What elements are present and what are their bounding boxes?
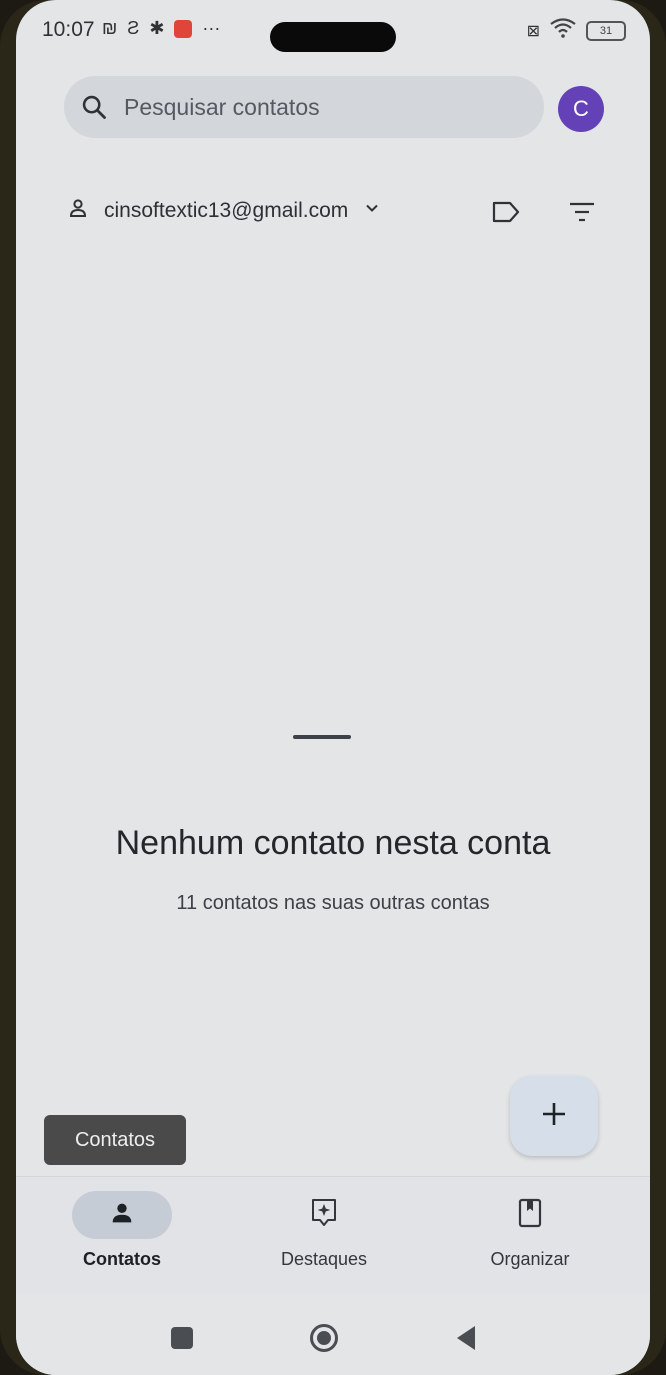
filter-icon bbox=[568, 201, 596, 228]
status-time: 10:07 bbox=[42, 18, 95, 41]
back-icon bbox=[457, 1326, 475, 1350]
status-icons-right: ⊠ 31 bbox=[527, 18, 626, 43]
back-button[interactable] bbox=[446, 1318, 486, 1358]
phone-frame: 10:07 ₪ Ƨ ✱ ··· ⊠ 31 C bbox=[0, 0, 666, 1375]
status-icons-left: ₪ Ƨ ✱ ··· bbox=[102, 18, 220, 39]
recents-button[interactable] bbox=[162, 1318, 202, 1358]
settings-icon: ✱ bbox=[149, 18, 165, 38]
tooltip: Contatos bbox=[44, 1115, 186, 1165]
empty-state-subtitle: 11 contatos nas suas outras contas bbox=[176, 892, 490, 914]
mail-icon bbox=[174, 19, 193, 38]
empty-state-divider bbox=[293, 735, 351, 739]
search-bar[interactable] bbox=[64, 76, 544, 138]
nav-pill bbox=[480, 1191, 580, 1239]
nav-item-organize[interactable]: Organizar bbox=[465, 1191, 595, 1270]
account-selector[interactable]: cinsoftextic13@gmail.com bbox=[66, 196, 382, 226]
nav-label: Organizar bbox=[490, 1249, 570, 1269]
s-icon: Ƨ bbox=[127, 18, 140, 38]
home-button[interactable] bbox=[304, 1318, 344, 1358]
screen: 10:07 ₪ Ƨ ✱ ··· ⊠ 31 C bbox=[16, 0, 650, 1375]
camera-notch bbox=[270, 22, 396, 52]
wifi-icon bbox=[550, 18, 576, 43]
more-icon: ··· bbox=[202, 18, 221, 38]
home-icon bbox=[310, 1324, 338, 1352]
plus-icon bbox=[540, 1100, 568, 1133]
filter-button[interactable] bbox=[562, 196, 602, 232]
account-email: cinsoftextic13@gmail.com bbox=[104, 199, 349, 222]
nav-pill bbox=[274, 1191, 374, 1239]
nav-label: Destaques bbox=[280, 1249, 368, 1269]
system-navigation bbox=[16, 1300, 650, 1375]
person-outline-icon bbox=[66, 196, 90, 226]
status-bar: 10:07 ₪ Ƨ ✱ ··· ⊠ 31 bbox=[16, 0, 650, 64]
nav-item-contacts[interactable]: Contatos bbox=[57, 1191, 187, 1270]
empty-state-title: Nenhum contato nesta conta bbox=[115, 824, 551, 862]
battery-icon: 31 bbox=[586, 20, 626, 41]
person-icon bbox=[108, 1199, 136, 1232]
bookmark-icon bbox=[517, 1197, 543, 1234]
nav-item-highlights[interactable]: Destaques bbox=[259, 1191, 389, 1270]
highlights-icon bbox=[309, 1197, 339, 1234]
avatar[interactable]: C bbox=[558, 86, 604, 132]
label-button[interactable] bbox=[486, 196, 526, 232]
add-contact-button[interactable] bbox=[510, 1076, 598, 1156]
label-icon bbox=[491, 200, 521, 229]
chevron-down-icon bbox=[362, 198, 382, 224]
nav-pill bbox=[72, 1191, 172, 1239]
no-sim-icon: ⊠ bbox=[526, 22, 540, 40]
recents-icon bbox=[171, 1327, 193, 1349]
nav-label: Contatos bbox=[83, 1249, 161, 1269]
nfc-icon: ₪ bbox=[102, 18, 118, 38]
bottom-navigation: Contatos Destaques Organizar bbox=[16, 1176, 650, 1294]
search-icon bbox=[64, 93, 124, 121]
search-input[interactable] bbox=[124, 93, 504, 121]
